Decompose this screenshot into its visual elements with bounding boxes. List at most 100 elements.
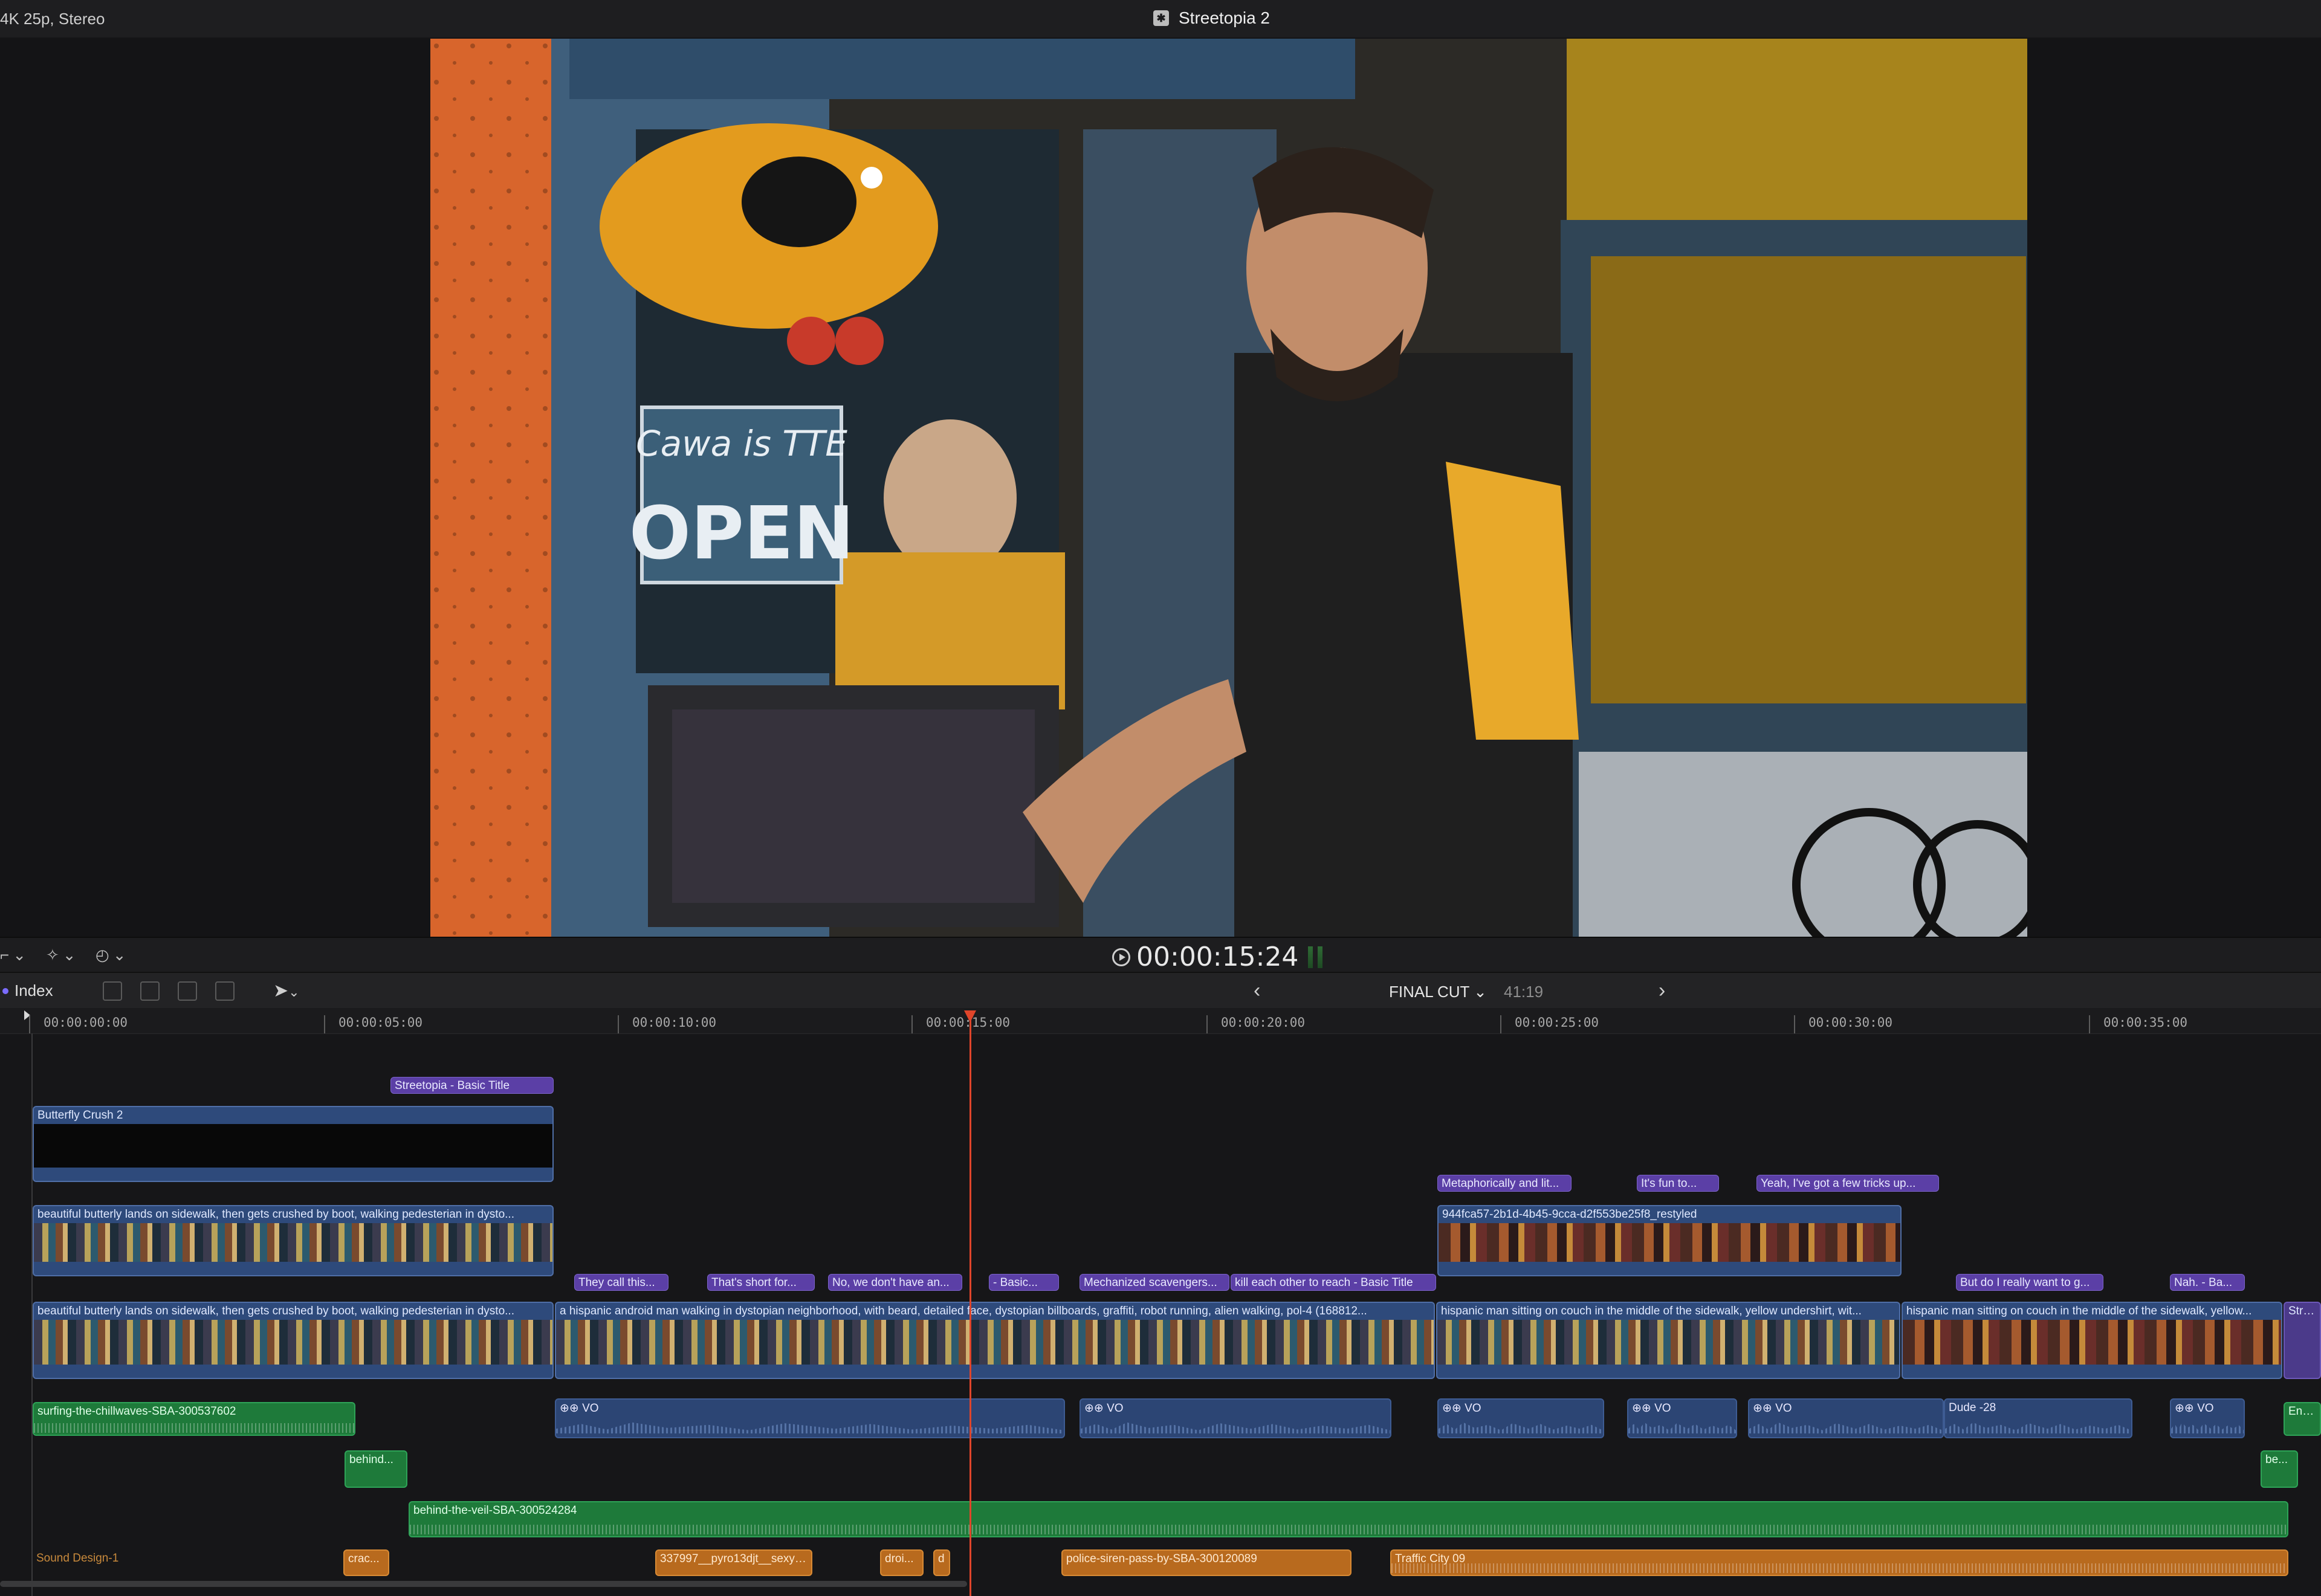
clip-label: - Basic... — [993, 1276, 1038, 1289]
caption-clip[interactable]: Mechanized scavengers... — [1080, 1274, 1229, 1291]
connected-video-clip[interactable]: Butterfly Crush 2 — [33, 1106, 554, 1182]
title-clip[interactable]: Streetopia - Basic Title — [390, 1077, 554, 1094]
enhance-tool-menu[interactable]: ✧ ⌄ — [46, 943, 76, 967]
primary-video-clip[interactable]: beautiful butterly lands on sidewalk, th… — [33, 1302, 554, 1379]
ruler-tick: 00:00:15:00 — [911, 1015, 1010, 1033]
vo-audio-clip[interactable]: ⊕⊕ VO — [555, 1398, 1065, 1438]
caption-clip[interactable]: They call this... — [574, 1274, 668, 1291]
sound-fx-clip[interactable]: 337997__pyro13djt__sexy-vocals — [655, 1549, 812, 1576]
connected-video-clip[interactable]: 944fca57-2b1d-4b45-9cca-d2f553be25f8_res… — [1437, 1205, 1902, 1276]
clip-label: They call this... — [578, 1276, 655, 1289]
clip-name: VO — [582, 1402, 599, 1415]
timeline-history-back[interactable]: ‹ — [1254, 979, 1260, 1003]
retime-menu[interactable]: ◴ ⌄ — [95, 943, 126, 967]
sound-design-lane-label: Sound Design-1 — [36, 1552, 119, 1565]
clip-thumbnails — [556, 1320, 1434, 1365]
caption-clip[interactable]: It's fun to... — [1637, 1175, 1719, 1192]
viewer-frame[interactable]: Cawa is TTE OPEN — [430, 39, 2027, 937]
sound-fx-clip[interactable]: Traffic City 09 — [1390, 1549, 2288, 1576]
caption-clip[interactable]: No, we don't have an... — [828, 1274, 962, 1291]
timeline-scrollbar[interactable] — [0, 1581, 967, 1587]
clip-label: ⊕⊕ VO — [560, 1402, 599, 1415]
vo-audio-clip[interactable]: Dude -28 — [1944, 1398, 2132, 1438]
overwrite-clip-button[interactable] — [215, 981, 235, 1001]
sound-fx-clip[interactable]: droi... — [880, 1549, 924, 1576]
insert-clip-button[interactable] — [140, 981, 160, 1001]
magic-wand-icon: ✧ — [46, 945, 59, 964]
clip-label: ⊕⊕ VO — [2175, 1402, 2214, 1415]
index-button[interactable]: Index — [2, 981, 53, 1000]
chevron-down-icon: ⌄ — [13, 945, 26, 964]
sound-fx-clip[interactable]: crac... — [343, 1549, 389, 1576]
music-clip[interactable]: behind-the-veil-SBA-300524284 — [409, 1501, 2288, 1537]
caption-clip[interactable]: Nah. - Ba... — [2170, 1274, 2245, 1291]
connect-clip-button[interactable] — [103, 981, 122, 1001]
audio-waveform — [410, 1525, 2287, 1534]
music-clip[interactable]: End Z — [2284, 1402, 2321, 1436]
viewer-image: Cawa is TTE OPEN — [430, 39, 2027, 937]
edit-buttons — [103, 981, 235, 1001]
primary-video-clip[interactable]: hispanic man sitting on couch in the mid… — [1902, 1302, 2282, 1379]
timeline-ruler[interactable]: 00:00:00:00 00:00:05:00 00:00:10:00 00:0… — [0, 1008, 2321, 1034]
vo-audio-clip[interactable]: ⊕⊕ VO — [1437, 1398, 1604, 1438]
select-tool-menu[interactable]: ➤⌄ — [273, 980, 300, 1001]
clip-label: Dude -28 — [1949, 1401, 1996, 1414]
primary-video-clip[interactable]: a hispanic android man walking in dystop… — [555, 1302, 1435, 1379]
clip-label: End Z — [2288, 1405, 2316, 1418]
timeline[interactable]: 00:00:00:00 00:00:05:00 00:00:10:00 00:0… — [0, 1008, 2321, 1596]
clip-label: Metaphorically and lit... — [1442, 1177, 1559, 1190]
clip-name: VO — [1654, 1402, 1671, 1415]
caption-clip[interactable]: kill each other to reach - Basic Title — [1231, 1274, 1436, 1291]
vo-audio-clip[interactable]: ⊕⊕ VO — [2170, 1398, 2245, 1438]
speedometer-icon: ◴ — [95, 945, 109, 964]
music-clip[interactable]: surfing-the-chillwaves-SBA-300537602 — [33, 1402, 355, 1436]
clip-label: ⊕⊕ VO — [1442, 1402, 1481, 1415]
clip-label: 337997__pyro13djt__sexy-vocals — [660, 1552, 808, 1565]
music-clip[interactable]: be... — [2261, 1450, 2298, 1488]
vo-audio-clip[interactable]: ⊕⊕ VO — [1627, 1398, 1737, 1438]
clip-label: But do I really want to g... — [1960, 1276, 2090, 1289]
sound-fx-clip[interactable]: police-siren-pass-by-SBA-300120089 — [1061, 1549, 1351, 1576]
sound-fx-clip[interactable]: d — [933, 1549, 950, 1576]
timeline-history-forward[interactable]: › — [1659, 979, 1665, 1003]
primary-video-clip[interactable]: hispanic man sitting on couch in the mid… — [1436, 1302, 1900, 1379]
ruler-tick: 00:00:10:00 — [618, 1015, 716, 1033]
audio-meters[interactable] — [1308, 946, 1322, 968]
project-name-label: FINAL CUT — [1389, 983, 1469, 1001]
ruler-tick: 00:00:35:00 — [2089, 1015, 2187, 1033]
vo-audio-clip[interactable]: ⊕⊕ VO — [1748, 1398, 1944, 1438]
caption-clip[interactable]: But do I really want to g... — [1956, 1274, 2103, 1291]
project-title-text: Streetopia 2 — [1179, 8, 1270, 27]
chevron-right-icon: › — [1659, 979, 1666, 1002]
clip-thumbnails — [34, 1124, 552, 1168]
clip-name: VO — [1465, 1402, 1481, 1415]
connected-video-clip[interactable]: beautiful butterly lands on sidewalk, th… — [33, 1205, 554, 1276]
project-name[interactable]: FINAL CUT ⌄ — [1389, 983, 1487, 1001]
caption-clip[interactable]: - Basic... — [989, 1274, 1059, 1291]
audio-meter-right — [1318, 946, 1322, 968]
open-sign-top: Cawa is TTE — [636, 423, 847, 464]
vo-audio-clip[interactable]: ⊕⊕ VO — [1080, 1398, 1391, 1438]
audio-waveform — [1628, 1422, 1736, 1433]
music-clip[interactable]: behind... — [345, 1450, 407, 1488]
play-icon[interactable] — [1112, 948, 1130, 966]
caption-clip[interactable]: Metaphorically and lit... — [1437, 1175, 1572, 1192]
timecode-display[interactable]: 00:00:15:24 — [1112, 942, 1298, 972]
clip-label: Street — [2288, 1305, 2316, 1317]
clip-label: beautiful butterly lands on sidewalk, th… — [37, 1305, 514, 1317]
clip-label: hispanic man sitting on couch in the mid… — [1906, 1305, 2252, 1317]
viewer-controls: ⌐ ⌄ ✧ ⌄ ◴ ⌄ 00:00:15:24 — [0, 937, 2321, 973]
clip-name: VO — [2197, 1402, 2214, 1415]
project-duration: 41:19 — [1504, 983, 1544, 1001]
caption-clip[interactable]: Yeah, I've got a few tricks up... — [1756, 1175, 1939, 1192]
append-clip-button[interactable] — [178, 981, 197, 1001]
playhead[interactable] — [970, 1010, 971, 1596]
caption-clip[interactable]: That's short for... — [707, 1274, 815, 1291]
clip-label: 944fca57-2b1d-4b45-9cca-d2f553be25f8_res… — [1442, 1208, 1697, 1221]
clip-label: be... — [2265, 1453, 2288, 1466]
timecode-value: 00:00:15:24 — [1136, 942, 1299, 972]
crop-tool-menu[interactable]: ⌐ ⌄ — [0, 943, 26, 967]
primary-video-clip[interactable]: Street — [2284, 1302, 2321, 1379]
clip-label: Nah. - Ba... — [2174, 1276, 2233, 1289]
audio-waveform — [2171, 1422, 2244, 1433]
